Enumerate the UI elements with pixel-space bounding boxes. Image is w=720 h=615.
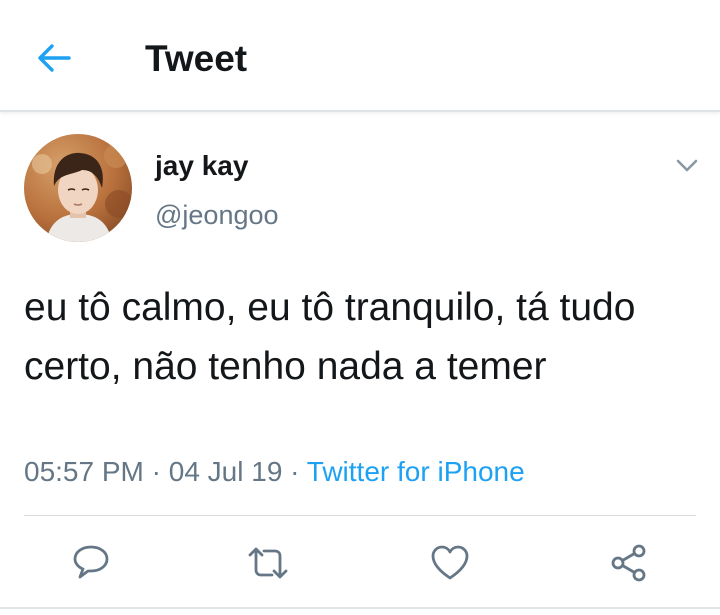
bottom-divider: [0, 607, 720, 609]
meta-separator: ·: [290, 456, 300, 487]
chevron-down-icon: [676, 159, 698, 172]
avatar[interactable]: [24, 134, 132, 242]
reply-button[interactable]: [69, 541, 113, 585]
tweet-meta: 05:57 PM · 04 Jul 19 · Twitter for iPhon…: [24, 454, 525, 490]
like-button[interactable]: [428, 541, 472, 585]
tweet-source-link[interactable]: Twitter for iPhone: [307, 456, 525, 487]
tweet-menu-button[interactable]: [673, 152, 701, 180]
retweet-icon: [248, 547, 288, 579]
app-header: Tweet: [0, 0, 720, 112]
tweet-text: eu tô calmo, eu tô tranquilo, tá tudo ce…: [24, 286, 636, 388]
page-title: Tweet: [145, 38, 248, 79]
meta-separator: ·: [151, 456, 161, 487]
tweet-date: 04 Jul 19: [168, 456, 283, 487]
tweet-time: 05:57 PM: [24, 456, 144, 487]
back-button[interactable]: [30, 36, 78, 80]
divider: [24, 515, 696, 516]
heart-icon: [431, 545, 469, 580]
display-name[interactable]: jay kay: [155, 150, 248, 182]
avatar-image: [24, 134, 132, 242]
retweet-button[interactable]: [246, 541, 290, 585]
share-icon: [611, 544, 646, 582]
reply-icon: [73, 545, 109, 579]
arrow-left-icon: [38, 44, 71, 72]
share-button[interactable]: [607, 541, 651, 585]
user-handle[interactable]: @jeongoo: [155, 199, 279, 231]
